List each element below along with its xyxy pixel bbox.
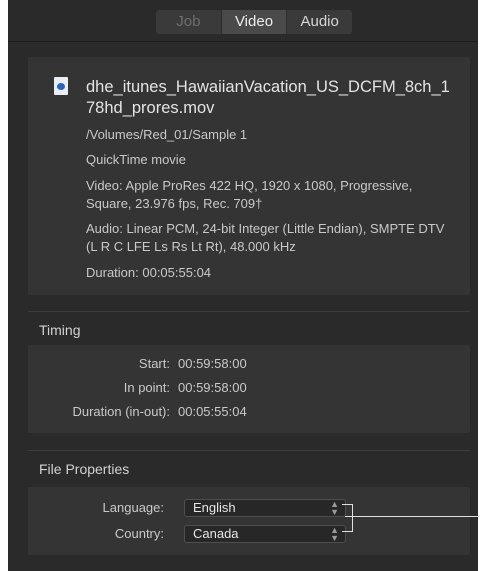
timing-row-duration: Duration (in-out): 00:05:55:04 — [28, 404, 470, 424]
stepper-arrows-icon: ▲ ▼ — [330, 525, 339, 543]
tab-video[interactable]: Video — [221, 10, 288, 34]
callout-bracket — [342, 504, 353, 532]
timing-divider — [28, 311, 470, 312]
timing-value: 00:05:55:04 — [178, 404, 247, 419]
audio-info: Audio: Linear PCM, 24-bit Integer (Littl… — [86, 221, 445, 254]
timing-value: 00:59:58:00 — [178, 356, 247, 371]
timing-label: Start: — [138, 356, 170, 371]
duration-info: Duration: 00:05:55:04 — [86, 265, 212, 280]
inspector-tab-bar: Job Video Audio — [156, 10, 352, 34]
quicktime-file-icon — [54, 77, 68, 95]
country-value: Canada — [193, 526, 239, 541]
callout-line — [345, 516, 480, 517]
timing-value: 00:59:58:00 — [178, 380, 247, 395]
timing-panel: Start: 00:59:58:00 In point: 00:59:58:00… — [28, 345, 470, 433]
file-info-panel: dhe_itunes_HawaiianVacation_US_DCFM_8ch_… — [28, 57, 470, 295]
language-label: Language: — [102, 500, 164, 515]
timing-row-start: Start: 00:59:58:00 — [28, 356, 470, 376]
file-type: QuickTime movie — [86, 152, 186, 167]
timing-label: Duration (in-out): — [72, 404, 170, 419]
stepper-arrows-icon: ▲ ▼ — [330, 499, 339, 517]
tab-job[interactable]: Job — [156, 10, 222, 34]
timing-row-in-point: In point: 00:59:58:00 — [28, 380, 470, 400]
timing-title: Timing — [39, 322, 81, 338]
language-value: English — [193, 500, 236, 515]
country-select[interactable]: Canada ▲ ▼ — [184, 525, 346, 543]
toolbar: Job Video Audio — [8, 0, 478, 41]
file-properties-panel: Language: English ▲ ▼ Country: Canada ▲ ▼ — [28, 487, 470, 555]
toolbar-divider — [8, 41, 478, 42]
video-info: Video: Apple ProRes 422 HQ, 1920 x 1080,… — [86, 178, 413, 211]
inspector-window: Job Video Audio dhe_itunes_HawaiianVacat… — [8, 0, 478, 571]
file-properties-title: File Properties — [39, 461, 130, 477]
country-label: Country: — [114, 526, 164, 541]
file-path: /Volumes/Red_01/Sample 1 — [86, 127, 248, 142]
language-select[interactable]: English ▲ ▼ — [184, 499, 346, 517]
file-name: dhe_itunes_HawaiianVacation_US_DCFM_8ch_… — [86, 78, 450, 117]
timing-label: In point: — [123, 380, 170, 395]
window-bottom-edge — [8, 563, 478, 571]
tab-audio[interactable]: Audio — [287, 10, 352, 34]
file-properties-divider — [28, 450, 470, 451]
